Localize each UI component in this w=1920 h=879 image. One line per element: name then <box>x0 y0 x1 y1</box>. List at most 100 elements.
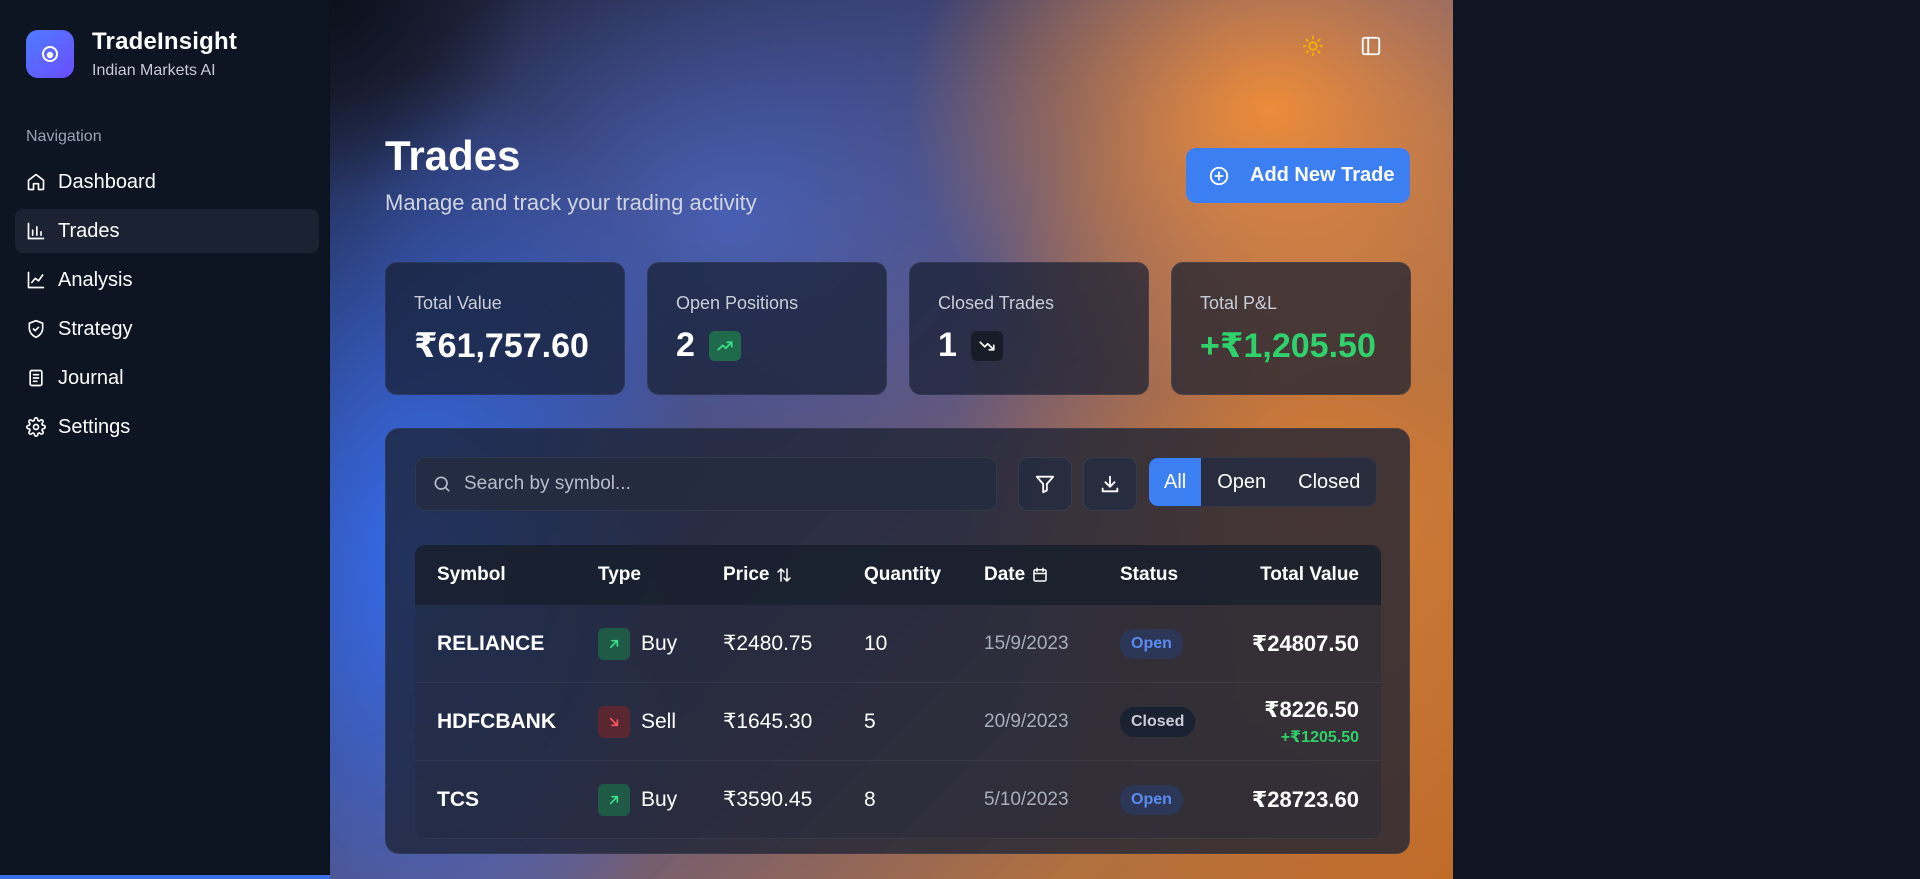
stat-value: 1 <box>938 326 1120 365</box>
stat-label: Closed Trades <box>938 293 1055 313</box>
arrow-up-right-icon <box>598 783 630 816</box>
stat-label: Total Value <box>414 293 502 313</box>
stat-card-open-positions: Open Positions 2 <box>647 262 887 395</box>
trades-panel: All Open Closed Symbol Type Price Quanti… <box>385 428 1410 854</box>
search-icon <box>434 476 450 492</box>
book-icon <box>29 369 43 387</box>
cell-type: Buy <box>598 627 723 660</box>
col-symbol[interactable]: Symbol <box>415 564 598 586</box>
col-type[interactable]: Type <box>598 564 723 586</box>
sidebar-item-label: Analysis <box>58 268 133 291</box>
cell-price: ₹3590.45 <box>723 788 813 811</box>
arrow-up-right-icon <box>598 627 630 660</box>
status-badge: Closed <box>1120 706 1196 737</box>
plus-circle-icon <box>1209 166 1229 185</box>
stat-value: 2 <box>676 326 858 365</box>
right-empty-area <box>1453 0 1920 879</box>
col-total-value[interactable]: Total Value <box>1240 564 1381 586</box>
sidebar-item-journal[interactable]: Journal <box>15 356 319 400</box>
total-value: ₹28723.60 <box>1251 786 1359 812</box>
cell-type: Sell <box>598 705 723 738</box>
sidebar: TradeInsight Indian Markets AI Navigatio… <box>0 0 330 875</box>
sidebar-bottom-edge <box>0 875 330 879</box>
cell-symbol: TCS <box>437 787 479 811</box>
cell-quantity: 8 <box>864 787 876 811</box>
sidebar-item-label: Settings <box>58 415 131 438</box>
cell-type: Buy <box>598 783 723 816</box>
download-icon <box>1101 475 1119 493</box>
stat-card-total-pnl: Total P&L +₹1,205.50 <box>1171 262 1411 395</box>
gear-icon <box>26 417 46 437</box>
line-chart-icon <box>27 271 45 289</box>
table-row[interactable]: TCS Buy ₹3590.45 8 5/10/2023 Open ₹28723… <box>415 761 1381 839</box>
sidebar-item-label: Strategy <box>58 317 133 340</box>
home-icon <box>27 173 45 191</box>
cell-quantity: 10 <box>864 631 888 655</box>
panel-left-icon <box>1361 36 1381 56</box>
cell-price: ₹2480.75 <box>723 632 813 655</box>
table-header: Symbol Type Price Quantity Date Status T… <box>415 545 1381 605</box>
stat-card-closed-trades: Closed Trades 1 <box>909 262 1149 395</box>
status-badge: Open <box>1120 628 1183 659</box>
sidebar-item-strategy[interactable]: Strategy <box>15 307 319 351</box>
page-title: Trades <box>385 132 521 179</box>
shield-icon <box>28 319 44 339</box>
brand-subtitle: Indian Markets AI <box>92 62 216 79</box>
search-input[interactable] <box>464 473 996 495</box>
sidebar-item-dashboard[interactable]: Dashboard <box>15 160 319 204</box>
download-button[interactable] <box>1083 457 1137 511</box>
search-box[interactable] <box>415 457 997 511</box>
cell-status: Open <box>1120 628 1240 659</box>
brand-title: TradeInsight <box>92 28 238 55</box>
cell-date: 15/9/2023 <box>984 632 1069 654</box>
cell-symbol: HDFCBANK <box>437 709 556 733</box>
filter-button[interactable] <box>1018 457 1072 511</box>
cell-date: 20/9/2023 <box>984 710 1069 732</box>
stat-card-total-value: Total Value ₹61,757.60 <box>385 262 625 395</box>
trades-table: Symbol Type Price Quantity Date Status T… <box>415 545 1381 839</box>
stat-value: +₹1,205.50 <box>1200 327 1376 365</box>
sidebar-item-analysis[interactable]: Analysis <box>15 258 319 302</box>
col-date[interactable]: Date <box>984 564 1120 586</box>
col-price[interactable]: Price <box>723 564 864 586</box>
nav-section-label: Navigation <box>26 128 102 145</box>
stats-row: Total Value ₹61,757.60 Open Positions 2 … <box>385 262 1433 395</box>
sidebar-item-label: Journal <box>58 366 124 389</box>
page-subtitle: Manage and track your trading activity <box>385 190 757 215</box>
table-row[interactable]: RELIANCE Buy ₹2480.75 10 15/9/2023 Open … <box>415 605 1381 683</box>
brand[interactable]: TradeInsight Indian Markets AI <box>26 28 237 80</box>
stat-label: Open Positions <box>676 293 799 313</box>
status-badge: Open <box>1120 784 1183 815</box>
sort-icon <box>777 568 792 582</box>
pnl-value: +₹1205.50 <box>1280 728 1359 746</box>
filter-icon <box>1035 475 1055 494</box>
total-value: ₹24807.50 <box>1251 630 1359 656</box>
app-root: TradeInsight Indian Markets AI Navigatio… <box>0 0 1920 879</box>
cell-symbol: RELIANCE <box>437 631 545 655</box>
add-new-trade-label: Add New Trade <box>1250 164 1395 186</box>
tab-closed[interactable]: Closed <box>1282 458 1376 506</box>
tab-open[interactable]: Open <box>1201 458 1282 506</box>
sidebar-item-trades[interactable]: Trades <box>15 209 319 253</box>
cell-total: ₹24807.50 <box>1240 631 1381 657</box>
arrow-down-right-icon <box>598 705 630 738</box>
col-status[interactable]: Status <box>1120 564 1240 586</box>
cell-total: ₹28723.60 <box>1240 787 1381 813</box>
calendar-icon <box>1033 567 1047 582</box>
bar-chart-icon <box>27 222 45 240</box>
sidebar-toggle-button[interactable] <box>1351 26 1391 66</box>
sidebar-item-label: Dashboard <box>58 170 156 193</box>
add-new-trade-button[interactable]: Add New Trade <box>1186 148 1410 203</box>
sidebar-item-settings[interactable]: Settings <box>15 405 319 449</box>
theme-toggle-button[interactable] <box>1293 26 1333 66</box>
main-content: Trades Manage and track your trading act… <box>330 0 1453 879</box>
stat-value: ₹61,757.60 <box>414 327 589 365</box>
tab-all[interactable]: All <box>1149 458 1202 506</box>
cell-price: ₹1645.30 <box>723 710 813 733</box>
status-filter-tabs: All Open Closed <box>1148 457 1378 507</box>
table-row[interactable]: HDFCBANK Sell ₹1645.30 5 20/9/2023 Close… <box>415 683 1381 761</box>
trend-down-icon <box>970 330 1003 361</box>
brand-logo-icon <box>26 30 74 78</box>
col-quantity[interactable]: Quantity <box>864 564 984 586</box>
total-value: ₹8226.50 <box>1264 696 1359 722</box>
